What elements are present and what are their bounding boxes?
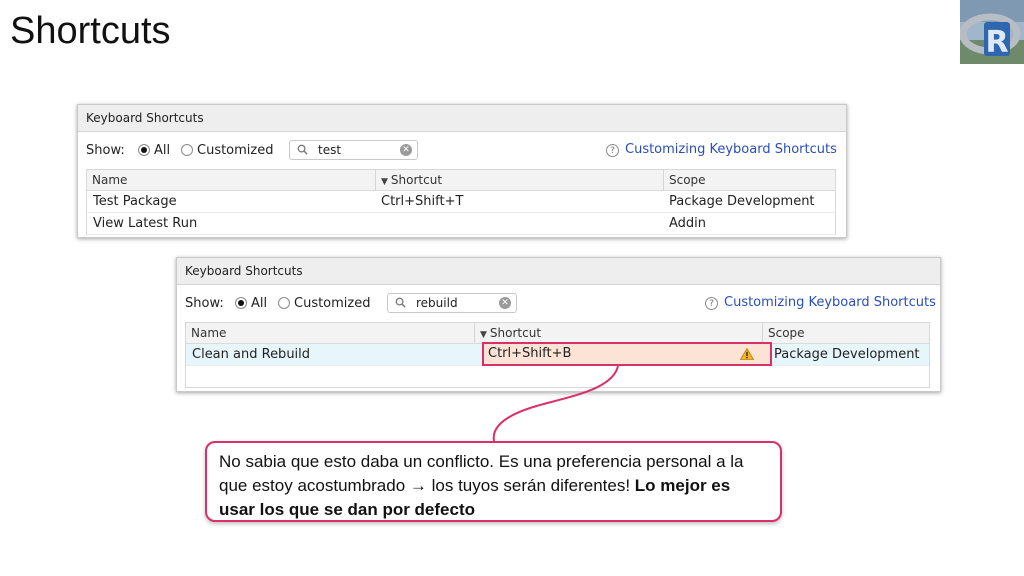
column-header-shortcut-label: Shortcut (489, 326, 542, 340)
radio-customized[interactable]: Customized (278, 296, 371, 312)
column-header-scope[interactable]: Scope (663, 170, 835, 190)
r-logo-icon: R (960, 0, 1024, 64)
table-row[interactable]: Test Package Ctrl+Shift+T Package Develo… (87, 191, 835, 213)
keyboard-shortcuts-panel-top: Keyboard Shortcuts Show: All Customized … (77, 104, 847, 238)
sort-desc-icon: ▼ (480, 330, 487, 340)
column-header-shortcut-label: Shortcut (390, 173, 443, 187)
clear-search-icon[interactable]: ✕ (400, 144, 412, 156)
search-input[interactable]: rebuild ✕ (387, 293, 517, 313)
slide-title: Shortcuts (10, 10, 171, 52)
conflict-shortcut-cell[interactable]: Ctrl+Shift+B (482, 342, 772, 366)
radio-customized-label: Customized (197, 143, 274, 158)
radio-all-label: All (154, 143, 171, 158)
show-label: Show: (86, 143, 125, 158)
search-value: test (318, 143, 342, 157)
cell-name: View Latest Run (93, 216, 198, 231)
radio-customized-label: Customized (294, 296, 371, 311)
table-header: Name ▼ Shortcut Scope (186, 323, 929, 344)
filter-controls: Show: All Customized test ✕ ? Customizing… (78, 132, 846, 168)
help-icon: ? (705, 297, 718, 310)
clear-search-icon[interactable]: ✕ (499, 297, 511, 309)
cell-name: Clean and Rebuild (192, 347, 311, 362)
cell-scope: Package Development (774, 347, 920, 362)
radio-customized[interactable]: Customized (181, 143, 274, 159)
shortcuts-table: Name ▼ Shortcut Scope Clean and Rebuild C… (185, 322, 930, 388)
panel-header: Keyboard Shortcuts (78, 105, 846, 132)
table-row[interactable]: Clean and Rebuild Ctrl+Shift+B Package D… (186, 342, 929, 366)
sort-desc-icon: ▼ (381, 177, 388, 187)
warning-icon (740, 348, 754, 360)
svg-text:R: R (985, 25, 1008, 60)
help-link-label: Customizing Keyboard Shortcuts (625, 142, 837, 157)
radio-all[interactable]: All (235, 296, 267, 312)
show-label: Show: (185, 296, 224, 311)
keyboard-shortcuts-panel-bottom: Keyboard Shortcuts Show: All Customized … (176, 257, 941, 392)
search-input[interactable]: test ✕ (289, 140, 418, 160)
cell-shortcut[interactable]: Ctrl+Shift+T (375, 191, 463, 212)
callout-note: No sabia que esto daba un conflicto. Es … (205, 441, 782, 522)
radio-all-label: All (251, 296, 268, 311)
help-icon: ? (606, 144, 619, 157)
search-value: rebuild (416, 296, 458, 310)
column-header-name[interactable]: Name (186, 323, 474, 343)
radio-all[interactable]: All (138, 143, 170, 159)
radio-all-button[interactable] (138, 144, 150, 156)
shortcuts-table: Name ▼ Shortcut Scope Test Package Ctrl+S… (86, 169, 836, 235)
radio-all-button[interactable] (235, 297, 247, 309)
help-link[interactable]: ? Customizing Keyboard Shortcuts (705, 295, 936, 310)
cell-shortcut: Ctrl+Shift+B (488, 346, 572, 361)
filter-controls: Show: All Customized rebuild ✕ ? Customiz… (177, 285, 940, 321)
radio-customized-button[interactable] (181, 144, 193, 156)
column-header-scope[interactable]: Scope (762, 323, 930, 343)
column-header-shortcut[interactable]: ▼ Shortcut (474, 323, 762, 343)
column-header-shortcut[interactable]: ▼ Shortcut (375, 170, 663, 190)
help-link-label: Customizing Keyboard Shortcuts (724, 295, 936, 310)
column-header-name[interactable]: Name (87, 170, 375, 190)
search-icon (297, 144, 308, 155)
table-header: Name ▼ Shortcut Scope (87, 170, 835, 191)
cell-name: Test Package (93, 194, 177, 209)
help-link[interactable]: ? Customizing Keyboard Shortcuts (606, 142, 837, 157)
panel-header: Keyboard Shortcuts (177, 258, 940, 285)
cell-scope: Addin (669, 216, 707, 231)
cell-scope: Package Development (669, 194, 815, 209)
radio-customized-button[interactable] (278, 297, 290, 309)
table-row[interactable]: View Latest Run Addin (87, 213, 835, 235)
search-icon (395, 297, 406, 308)
